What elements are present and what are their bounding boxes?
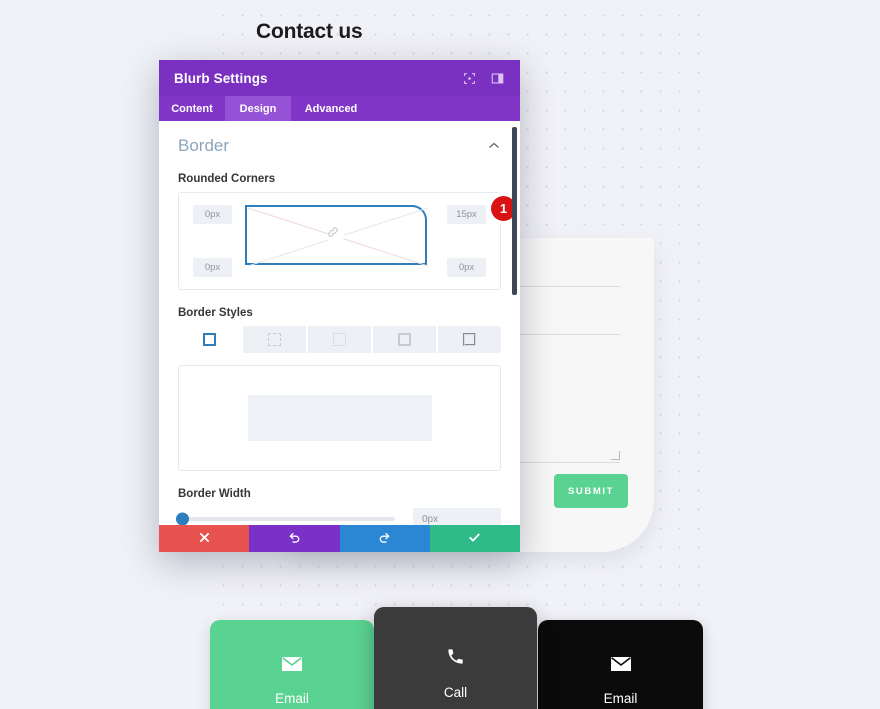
modal-scroll-content: Border Rounded Corners 0px 15px 1 0px 0p… (159, 121, 520, 525)
border-styles-label: Border Styles (178, 307, 253, 319)
corner-top-left-input[interactable]: 0px (193, 205, 232, 224)
groove-border-icon (463, 333, 476, 346)
card-label: Email (603, 691, 638, 706)
tab-content[interactable]: Content (159, 96, 225, 121)
submit-button[interactable]: SUBMIT (554, 474, 628, 508)
page-title: Contact us (256, 20, 363, 43)
envelope-icon (281, 656, 303, 676)
redo-button[interactable] (339, 525, 430, 552)
corner-bottom-left-input[interactable]: 0px (193, 258, 232, 277)
border-width-slider[interactable] (176, 512, 395, 525)
border-style-solid[interactable] (178, 326, 243, 353)
section-title: Border (178, 136, 230, 155)
card-label: Call (443, 685, 468, 700)
expand-icon[interactable] (461, 70, 478, 87)
border-preview-shape (247, 395, 432, 441)
screenshot-root: Contact us ess SUBMIT Email Call (0, 0, 880, 709)
slider-handle[interactable] (176, 512, 189, 525)
modal-header: Blurb Settings (159, 60, 520, 96)
blurb-settings-modal: Blurb Settings Content Design Advanced B… (159, 60, 520, 552)
panel-layout-icon[interactable] (489, 70, 506, 87)
check-icon (468, 531, 481, 547)
border-style-groove[interactable] (438, 326, 501, 353)
modal-scrollbar[interactable] (512, 127, 517, 295)
contact-card-email-black[interactable]: Email (538, 620, 703, 709)
solid-border-icon (203, 333, 216, 346)
chevron-up-icon[interactable] (487, 139, 501, 153)
border-style-double[interactable] (373, 326, 438, 353)
textarea-resize-grip[interactable] (611, 451, 620, 460)
card-label: Email (275, 691, 309, 706)
rounded-corners-control: 0px 15px 1 0px 0px (178, 192, 516, 290)
modal-footer (159, 525, 520, 552)
tab-design[interactable]: Design (225, 96, 291, 121)
undo-icon (288, 531, 301, 547)
dashed-border-icon (268, 333, 281, 346)
border-width-control: 0px (176, 508, 501, 525)
border-width-label: Border Width (178, 488, 251, 500)
dotted-border-icon (333, 333, 346, 346)
border-width-input[interactable]: 0px (413, 508, 501, 525)
tab-advanced[interactable]: Advanced (291, 96, 371, 121)
modal-body: Border Rounded Corners 0px 15px 1 0px 0p… (159, 121, 520, 525)
corner-preview-shape[interactable] (245, 205, 429, 267)
contact-card-email-green[interactable]: Email (210, 620, 374, 709)
modal-title: Blurb Settings (174, 70, 268, 86)
modal-tabs: Content Design Advanced (159, 96, 520, 121)
rounded-corners-label: Rounded Corners (178, 173, 276, 185)
corner-bottom-right-input[interactable]: 0px (447, 258, 486, 277)
border-styles-control (178, 326, 501, 353)
phone-icon (446, 647, 465, 670)
undo-button[interactable] (249, 525, 340, 552)
border-preview-box (178, 365, 501, 471)
double-border-icon (398, 333, 411, 346)
redo-icon (378, 531, 391, 547)
border-style-dashed[interactable] (243, 326, 308, 353)
close-icon (199, 531, 210, 546)
chain-link-icon[interactable] (328, 227, 344, 243)
contact-card-call[interactable]: Call (374, 607, 537, 709)
border-style-dotted[interactable] (308, 326, 373, 353)
cancel-button[interactable] (159, 525, 250, 552)
envelope-icon (610, 656, 632, 676)
border-section-header[interactable]: Border (178, 121, 501, 156)
corner-top-right-input[interactable]: 15px (447, 205, 486, 224)
save-button[interactable] (429, 525, 520, 552)
